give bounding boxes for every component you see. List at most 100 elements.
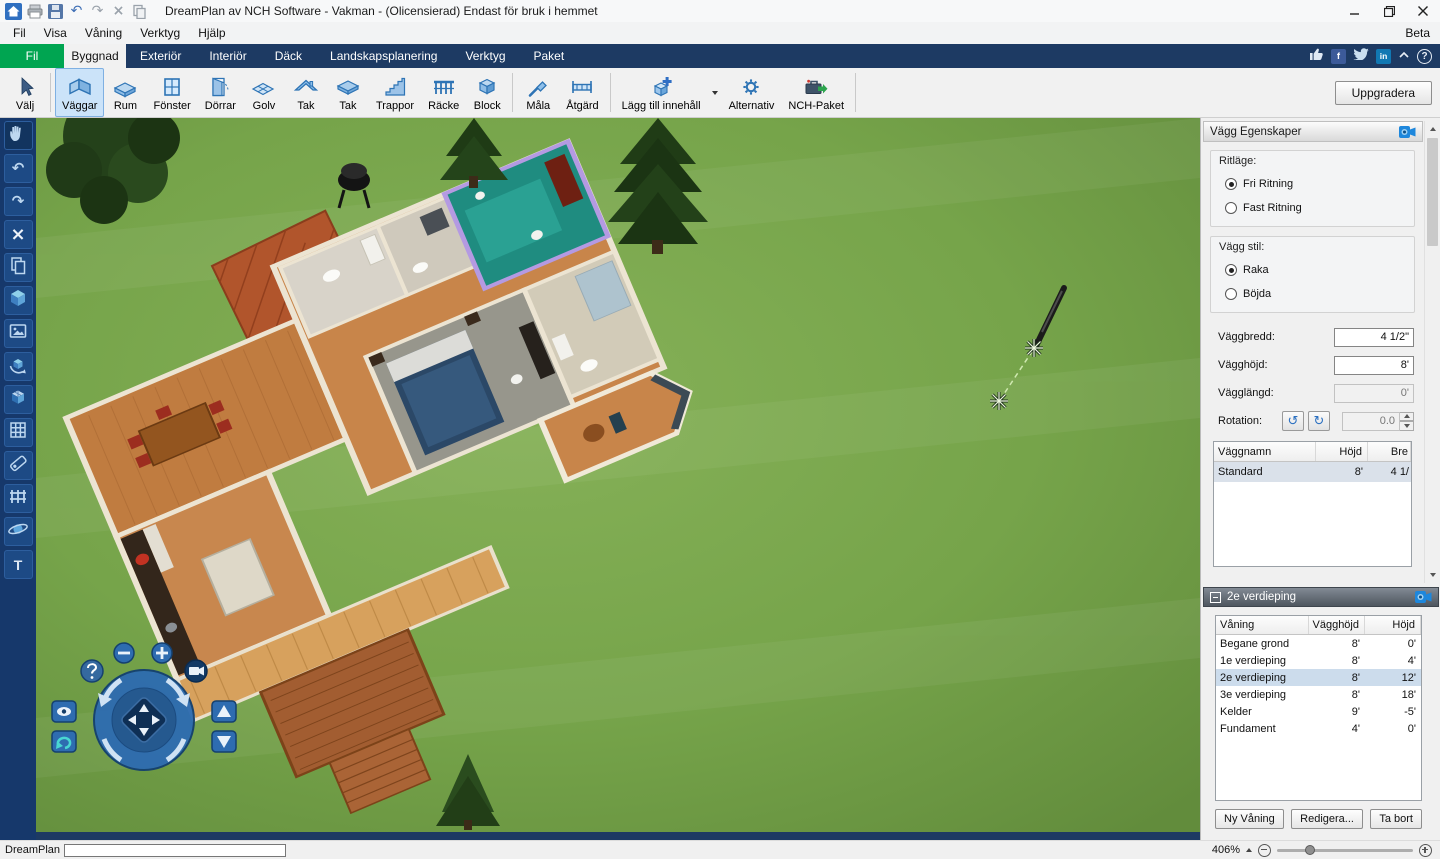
- spin-down-button[interactable]: [1400, 421, 1414, 431]
- reset-view-button[interactable]: [52, 731, 76, 752]
- tool-racke[interactable]: Räcke: [421, 68, 466, 117]
- tool-nch-paket[interactable]: NCH-Paket: [781, 68, 851, 117]
- dropdown-arrow-icon[interactable]: [712, 91, 718, 95]
- close-button[interactable]: [1406, 0, 1440, 22]
- scroll-up-button[interactable]: [1425, 121, 1440, 137]
- help-button[interactable]: [81, 660, 103, 682]
- rotation-input[interactable]: [1342, 412, 1400, 431]
- tilt-up-button[interactable]: [212, 701, 236, 722]
- rotate-cw-button[interactable]: ↻: [1308, 411, 1330, 431]
- table-row-selected[interactable]: 2e verdieping 8' 12': [1216, 669, 1421, 686]
- pan-tool-button[interactable]: [4, 121, 33, 150]
- redo-tool-button[interactable]: ↷: [4, 187, 33, 216]
- zoom-slider[interactable]: [1277, 849, 1413, 852]
- wall-height-button[interactable]: [4, 484, 33, 513]
- table-row[interactable]: Standard 8' 4 1/: [1214, 462, 1411, 482]
- grid-button[interactable]: [4, 418, 33, 447]
- table-row[interactable]: Begane grond 8' 0': [1216, 635, 1421, 652]
- radio-fri-ritning[interactable]: Fri Ritning: [1225, 172, 1408, 196]
- tool-alternativ[interactable]: Alternativ: [722, 68, 782, 117]
- undo-tool-button[interactable]: ↶: [4, 154, 33, 183]
- panel-scrollbar[interactable]: [1424, 121, 1440, 583]
- camera-icon[interactable]: [1399, 126, 1416, 138]
- tool-block[interactable]: Block: [466, 68, 508, 117]
- tab-interior[interactable]: Interiör: [195, 44, 260, 68]
- tool-atgard[interactable]: Åtgärd: [559, 68, 605, 117]
- tab-dack[interactable]: Däck: [261, 44, 316, 68]
- undo-icon[interactable]: ↶: [67, 2, 86, 20]
- text-tool-button[interactable]: T: [4, 550, 33, 579]
- tilt-down-button[interactable]: [212, 731, 236, 752]
- twitter-icon[interactable]: [1353, 47, 1369, 65]
- upgrade-button[interactable]: Uppgradera: [1335, 81, 1432, 105]
- like-icon[interactable]: [1309, 47, 1324, 66]
- menu-vaning[interactable]: Våning: [76, 22, 131, 44]
- linkedin-icon[interactable]: in: [1376, 49, 1391, 64]
- rotate-ccw-button[interactable]: ↺: [1282, 411, 1304, 431]
- collapse-ribbon-icon[interactable]: [1398, 47, 1410, 65]
- viewport-3d[interactable]: [36, 118, 1200, 840]
- floors-table-header[interactable]: Våning Vägghöjd Höjd: [1216, 616, 1421, 635]
- copy-tool-button[interactable]: [4, 253, 33, 282]
- help-icon[interactable]: ?: [1417, 49, 1432, 64]
- copy-icon[interactable]: [130, 2, 149, 20]
- collapse-icon[interactable]: [1210, 592, 1221, 603]
- tool-tak-roof[interactable]: Tak: [285, 68, 327, 117]
- edit-floor-button[interactable]: Redigera...: [1291, 809, 1363, 829]
- menu-fil[interactable]: Fil: [4, 22, 35, 44]
- tool-trappor[interactable]: Trappor: [369, 68, 421, 117]
- print-icon[interactable]: [25, 2, 44, 20]
- radio-fast-ritning[interactable]: Fast Ritning: [1225, 196, 1408, 220]
- radio-raka[interactable]: Raka: [1225, 258, 1408, 282]
- visibility-button[interactable]: [52, 701, 76, 722]
- wall-table-header[interactable]: Väggnamn Höjd Bre: [1214, 442, 1411, 462]
- facebook-icon[interactable]: f: [1331, 49, 1346, 64]
- minimize-button[interactable]: [1338, 0, 1372, 22]
- new-floor-button[interactable]: Ny Våning: [1215, 809, 1284, 829]
- zoom-slider-handle[interactable]: [1305, 845, 1315, 855]
- floors-table[interactable]: Våning Vägghöjd Höjd Begane grond 8' 0' …: [1215, 615, 1422, 801]
- zoom-in-icon[interactable]: [1419, 844, 1432, 857]
- rotate-object-button[interactable]: [4, 352, 33, 381]
- zoom-out-button[interactable]: [114, 643, 134, 663]
- tab-paket[interactable]: Paket: [520, 44, 579, 68]
- orbit-button[interactable]: [4, 517, 33, 546]
- tab-exterior[interactable]: Exteriör: [126, 44, 195, 68]
- tool-golv[interactable]: Golv: [243, 68, 285, 117]
- menu-hjalp[interactable]: Hjälp: [189, 22, 234, 44]
- tool-fonster[interactable]: Fönster: [146, 68, 197, 117]
- tab-fil[interactable]: Fil: [0, 44, 64, 68]
- texture-button[interactable]: [4, 385, 33, 414]
- camera-button[interactable]: [185, 660, 207, 682]
- scrollbar-thumb[interactable]: [1427, 138, 1438, 246]
- table-row[interactable]: 1e verdieping 8' 4': [1216, 652, 1421, 669]
- wall-style-table[interactable]: Väggnamn Höjd Bre Standard 8' 4 1/: [1213, 441, 1412, 567]
- menu-verktyg[interactable]: Verktyg: [131, 22, 189, 44]
- wall-height-input[interactable]: [1334, 356, 1414, 375]
- tool-vaggar[interactable]: Väggar: [55, 68, 104, 117]
- tool-select[interactable]: Välj: [4, 68, 46, 117]
- menu-visa[interactable]: Visa: [35, 22, 76, 44]
- camera-icon[interactable]: [1415, 591, 1432, 603]
- restore-button[interactable]: [1372, 0, 1406, 22]
- tab-landskapsplanering[interactable]: Landskapsplanering: [316, 44, 451, 68]
- zoom-in-button[interactable]: [152, 643, 172, 663]
- tool-tak-ceiling[interactable]: Tak: [327, 68, 369, 117]
- tool-dorrar[interactable]: Dörrar: [198, 68, 243, 117]
- tab-verktyg[interactable]: Verktyg: [451, 44, 519, 68]
- radio-bojda[interactable]: Böjda: [1225, 282, 1408, 306]
- table-row[interactable]: 3e verdieping 8' 18': [1216, 686, 1421, 703]
- zoom-menu-arrow-icon[interactable]: [1246, 848, 1252, 852]
- wall-width-input[interactable]: [1334, 328, 1414, 347]
- delete-icon[interactable]: ×: [109, 2, 128, 20]
- scroll-down-button[interactable]: [1425, 567, 1440, 583]
- redo-icon[interactable]: ↷: [88, 2, 107, 20]
- tool-rum[interactable]: Rum: [104, 68, 146, 117]
- view-3d-button[interactable]: [4, 286, 33, 315]
- delete-tool-button[interactable]: ×: [4, 220, 33, 249]
- table-row[interactable]: Fundament 4' 0': [1216, 720, 1421, 737]
- remove-floor-button[interactable]: Ta bort: [1370, 809, 1422, 829]
- tag-button[interactable]: [4, 451, 33, 480]
- table-row[interactable]: Kelder 9' -5': [1216, 703, 1421, 720]
- export-image-button[interactable]: [4, 319, 33, 348]
